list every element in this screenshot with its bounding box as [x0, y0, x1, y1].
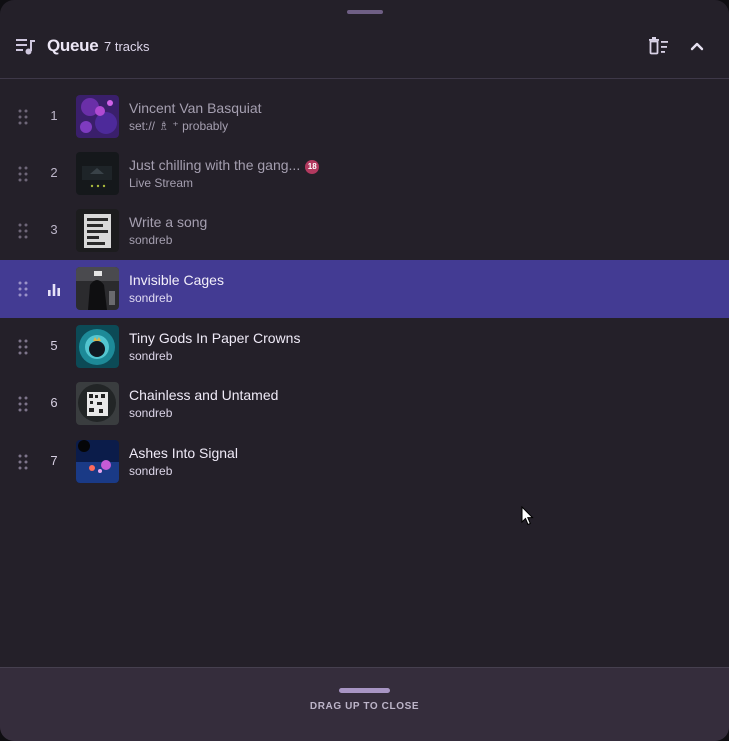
explicit-badge: 18 [305, 160, 320, 174]
queue-track-row-now-playing[interactable]: Invisible Cages sondreb [0, 260, 729, 318]
queue-track-row[interactable]: 1 Vincent Van Basquiat set:// ♗ ⁺ probab… [0, 88, 729, 146]
track-artist: sondreb [129, 406, 173, 420]
album-art [76, 95, 119, 138]
top-drag-handle[interactable] [347, 10, 383, 14]
queue-header: Queue 7 tracks [0, 20, 729, 79]
track-artist: Live Stream [129, 176, 194, 190]
now-playing-equalizer-icon [48, 284, 60, 296]
queue-track-row[interactable]: 3 Write a song sondreb [0, 202, 729, 260]
track-title: Just chilling with the gang... 18 [129, 157, 320, 174]
track-title: Chainless and Untamed [129, 387, 279, 403]
album-art [76, 325, 119, 368]
drag-handle-icon[interactable] [18, 281, 28, 297]
track-number: 2 [50, 165, 58, 180]
queue-track-row[interactable]: 5 Tiny Gods In Paper Crowns sondreb [0, 318, 729, 376]
drag-handle-icon[interactable] [18, 223, 28, 239]
track-title: Invisible Cages [129, 272, 224, 288]
track-title-text: Just chilling with the gang... [129, 157, 301, 173]
bottom-drag-handle[interactable] [339, 688, 390, 693]
mouse-cursor-icon [521, 506, 534, 526]
drag-handle-icon[interactable] [18, 339, 28, 355]
album-art [76, 152, 119, 195]
track-number: 1 [50, 108, 58, 123]
track-count: 7 tracks [104, 39, 150, 54]
drag-handle-icon[interactable] [18, 109, 28, 125]
chevron-up-icon[interactable] [686, 36, 708, 56]
drag-handle-icon[interactable] [18, 166, 28, 182]
drag-close-footer[interactable]: DRAG UP TO CLOSE [0, 667, 729, 741]
drag-handle-icon[interactable] [18, 454, 28, 470]
queue-track-row[interactable]: 2 Just chilling with the gang... 18 Live … [0, 145, 729, 203]
track-title: Vincent Van Basquiat [129, 100, 262, 116]
queue-track-row[interactable]: 7 Ashes Into Signal sondreb [0, 433, 729, 491]
queue-panel: Queue 7 tracks 1 Vincent Van Basquiat se… [0, 0, 729, 741]
track-title: Write a song [129, 214, 208, 230]
track-title: Ashes Into Signal [129, 445, 238, 461]
album-art [76, 267, 119, 310]
drag-handle-icon[interactable] [18, 396, 28, 412]
track-artist: set:// ♗ ⁺ probably [129, 119, 229, 133]
track-number: 6 [50, 395, 58, 410]
clear-queue-icon[interactable] [646, 36, 670, 56]
track-artist: sondreb [129, 291, 173, 305]
queue-title: Queue [47, 36, 99, 55]
track-artist: sondreb [129, 464, 173, 478]
album-art [76, 440, 119, 483]
track-number: 7 [50, 453, 58, 468]
track-number: 3 [50, 222, 58, 237]
track-number: 5 [50, 338, 58, 353]
queue-track-row[interactable]: 6 Chainless and Untamed sondreb [0, 375, 729, 433]
album-art [76, 209, 119, 252]
track-artist: sondreb [129, 233, 173, 247]
track-title: Tiny Gods In Paper Crowns [129, 330, 301, 346]
drag-close-label: DRAG UP TO CLOSE [309, 701, 420, 712]
album-art [76, 382, 119, 425]
queue-music-icon [16, 39, 35, 55]
track-artist: sondreb [129, 349, 173, 363]
